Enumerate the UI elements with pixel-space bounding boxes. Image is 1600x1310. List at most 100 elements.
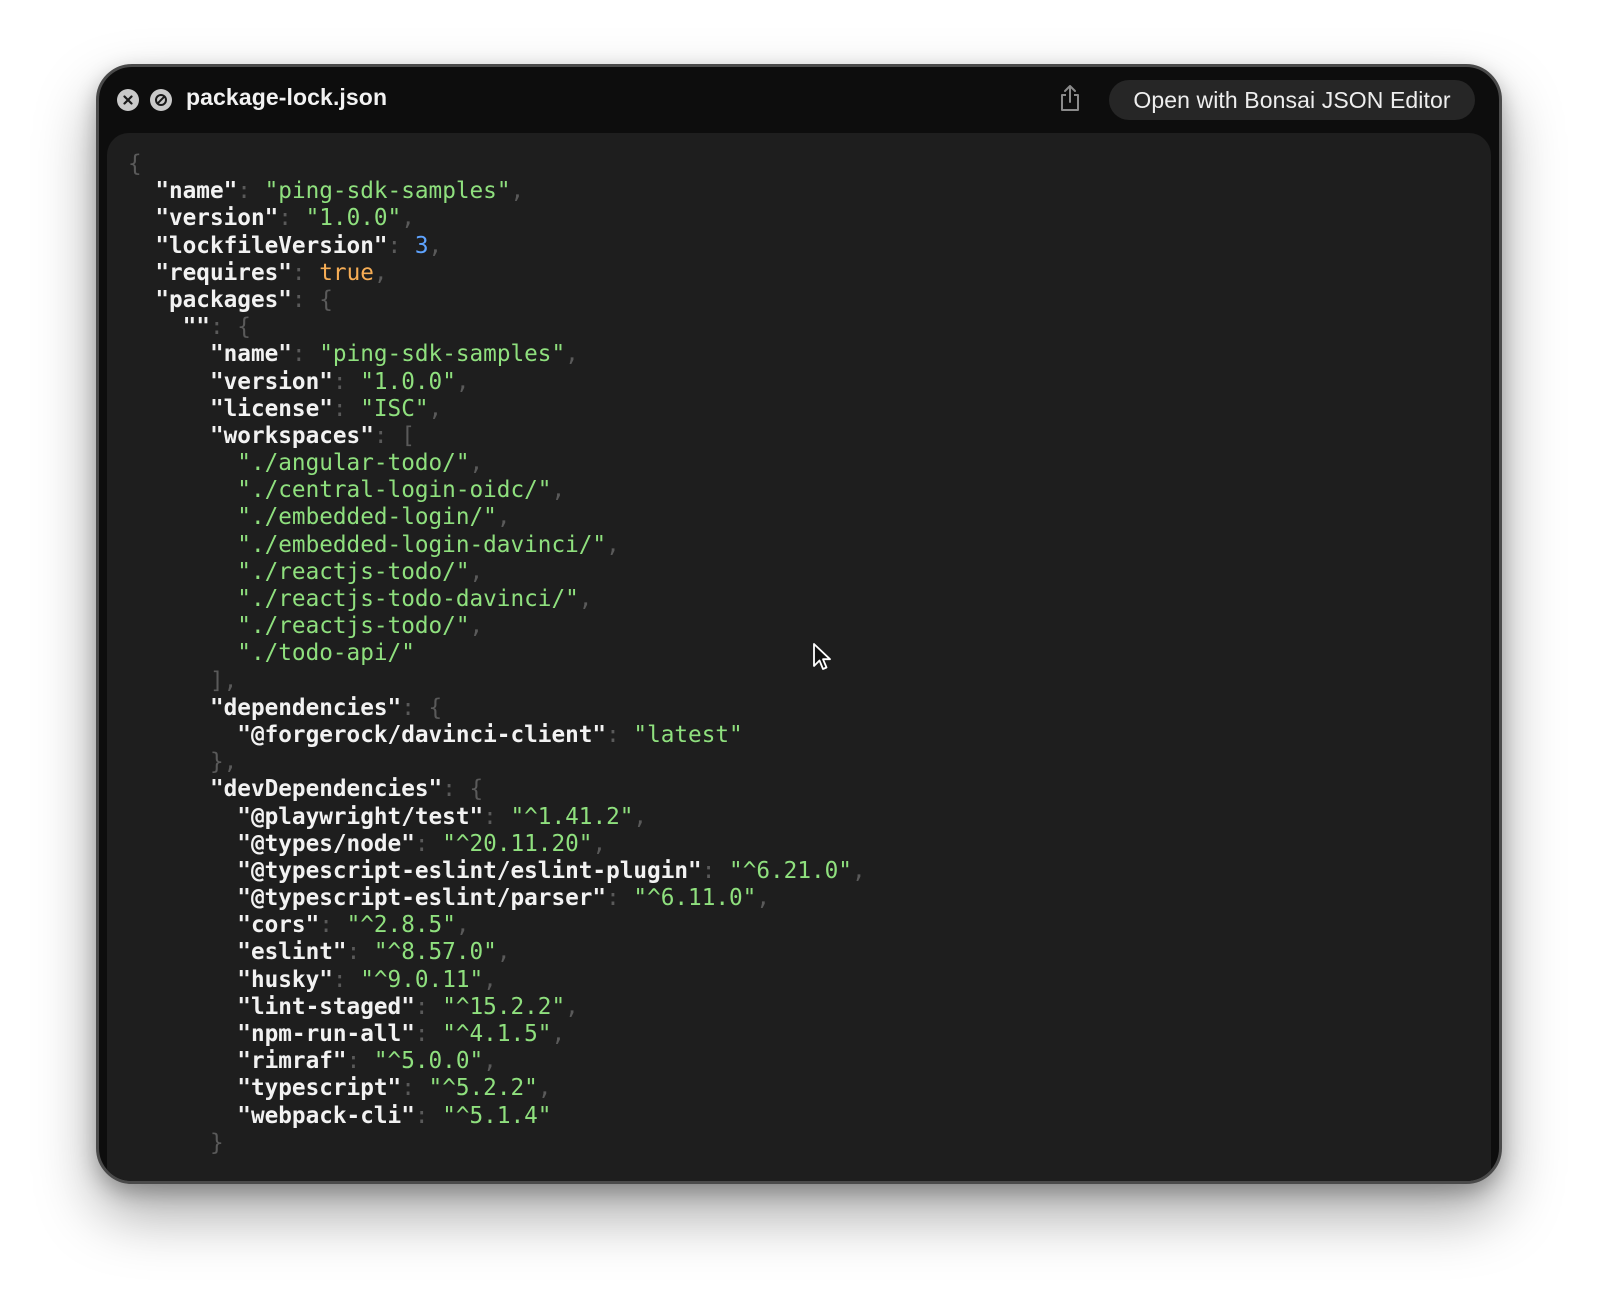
json-line: "npm-run-all": "^4.1.5", (128, 1021, 866, 1048)
quicklook-window: package-lock.json Open with Bonsai JSON … (96, 64, 1502, 1184)
json-line: "./todo-api/" (128, 640, 866, 667)
json-value: "./central-login-oidc/" (237, 477, 552, 504)
json-comma: , (428, 232, 443, 259)
json-line: "./embedded-login/", (128, 504, 866, 531)
json-colon: : (606, 721, 634, 748)
json-line: "name": "ping-sdk-samples", (128, 341, 866, 368)
json-preview[interactable]: { "name": "ping-sdk-samples", "version":… (107, 133, 1491, 1181)
json-line: "license": "ISC", (128, 396, 866, 423)
json-line: "./reactjs-todo/", (128, 559, 866, 586)
json-comma: , (606, 531, 620, 558)
json-colon: : (414, 1102, 443, 1129)
json-key: "packages" (155, 286, 292, 313)
json-key: "rimraf" (237, 1048, 347, 1075)
json-key: "npm-run-all" (237, 1021, 415, 1047)
pointer-cursor-icon (812, 642, 832, 679)
json-key: "typescript" (237, 1075, 402, 1102)
json-comma: , (851, 857, 866, 884)
json-colon: : (278, 205, 306, 232)
json-value: "./todo-api/" (237, 640, 415, 667)
json-comma: , (551, 1021, 566, 1047)
json-comma: , (551, 477, 566, 504)
json-comma: , (496, 504, 511, 531)
json-colon: : (387, 232, 415, 259)
json-bracket: { (237, 314, 251, 341)
json-line: "lockfileVersion": 3, (128, 233, 866, 260)
json-comma: , (401, 205, 415, 232)
json-colon: : (401, 1075, 429, 1102)
json-value: 3 (414, 232, 429, 259)
json-comma: , (455, 368, 470, 395)
json-comma: , (469, 450, 484, 477)
json-key: "husky" (237, 966, 333, 993)
json-colon: : (483, 803, 511, 830)
json-key: "@typescript-eslint/parser" (237, 885, 607, 912)
json-value: "latest" (633, 721, 743, 748)
json-colon: : (373, 422, 402, 449)
json-line: "dependencies": { (128, 695, 866, 722)
json-line: "eslint": "^8.57.0", (128, 939, 866, 966)
json-colon: : (442, 776, 470, 803)
json-bracket: [ (401, 422, 415, 449)
json-value: "^5.1.4" (442, 1102, 552, 1129)
json-colon: : (332, 368, 361, 395)
json-value: "^6.11.0" (633, 885, 757, 912)
json-key: "license" (209, 395, 333, 422)
json-line: "": { (128, 314, 866, 341)
json-line: }, (128, 749, 866, 776)
json-comma: , (756, 885, 771, 912)
json-line: "requires": true, (128, 260, 866, 287)
json-colon: : (291, 259, 320, 286)
json-comma: , (469, 558, 484, 585)
json-value: "./embedded-login-davinci/" (237, 531, 607, 558)
title-bar: package-lock.json Open with Bonsai JSON … (99, 67, 1499, 133)
json-line: "./reactjs-todo-davinci/", (128, 586, 866, 613)
json-line: "webpack-cli": "^5.1.4" (128, 1103, 866, 1130)
json-key: "lint-staged" (237, 993, 415, 1020)
json-key: "name" (209, 341, 292, 368)
json-comma: , (469, 613, 484, 640)
json-colon: : (332, 966, 361, 993)
json-comma: , (565, 341, 579, 368)
json-colon: : (332, 395, 361, 422)
json-comma: , (483, 1048, 497, 1075)
open-with-editor-button[interactable]: Open with Bonsai JSON Editor (1109, 80, 1475, 120)
json-value: "./reactjs-todo-davinci/" (237, 586, 579, 612)
json-line: "workspaces": [ (128, 423, 866, 450)
json-line: "./embedded-login-davinci/", (128, 532, 866, 559)
json-key: "" (182, 314, 210, 341)
json-key: "@types/node" (237, 830, 415, 857)
json-value: "^5.0.0" (373, 1048, 484, 1075)
json-line: "@typescript-eslint/eslint-plugin": "^6.… (128, 857, 866, 885)
share-icon (1058, 83, 1082, 118)
json-comma: , (373, 259, 388, 286)
json-line: ], (128, 668, 866, 695)
json-value: "./reactjs-todo/" (237, 558, 470, 585)
share-button[interactable] (1055, 83, 1085, 117)
json-comma: , (537, 1075, 552, 1102)
json-comma: , (223, 749, 238, 776)
json-code-view: { "name": "ping-sdk-samples", "version":… (128, 151, 866, 1157)
json-bracket: { (319, 286, 333, 313)
json-line: "rimraf": "^5.0.0", (128, 1048, 866, 1075)
json-bracket: ] (209, 667, 224, 694)
json-bracket: { (128, 151, 142, 177)
json-key: "webpack-cli" (237, 1102, 415, 1129)
json-comma: , (428, 395, 443, 422)
json-key: "@forgerock/davinci-client" (237, 721, 607, 748)
json-comma: , (510, 178, 525, 205)
json-line: "typescript": "^5.2.2", (128, 1075, 866, 1102)
json-colon: : (414, 830, 443, 857)
json-colon: : (209, 314, 238, 341)
json-value: "ping-sdk-samples" (319, 341, 566, 368)
json-key: "devDependencies" (209, 776, 443, 803)
close-button[interactable] (117, 89, 139, 111)
json-line: "@forgerock/davinci-client": "latest" (128, 722, 866, 749)
block-icon (154, 93, 168, 107)
json-line: "@typescript-eslint/parser": "^6.11.0", (128, 885, 866, 912)
block-button[interactable] (150, 89, 172, 111)
json-comma: , (496, 939, 511, 966)
json-comma: , (455, 912, 470, 939)
json-key: "version" (155, 205, 279, 232)
json-value: "^1.41.2" (510, 803, 634, 830)
